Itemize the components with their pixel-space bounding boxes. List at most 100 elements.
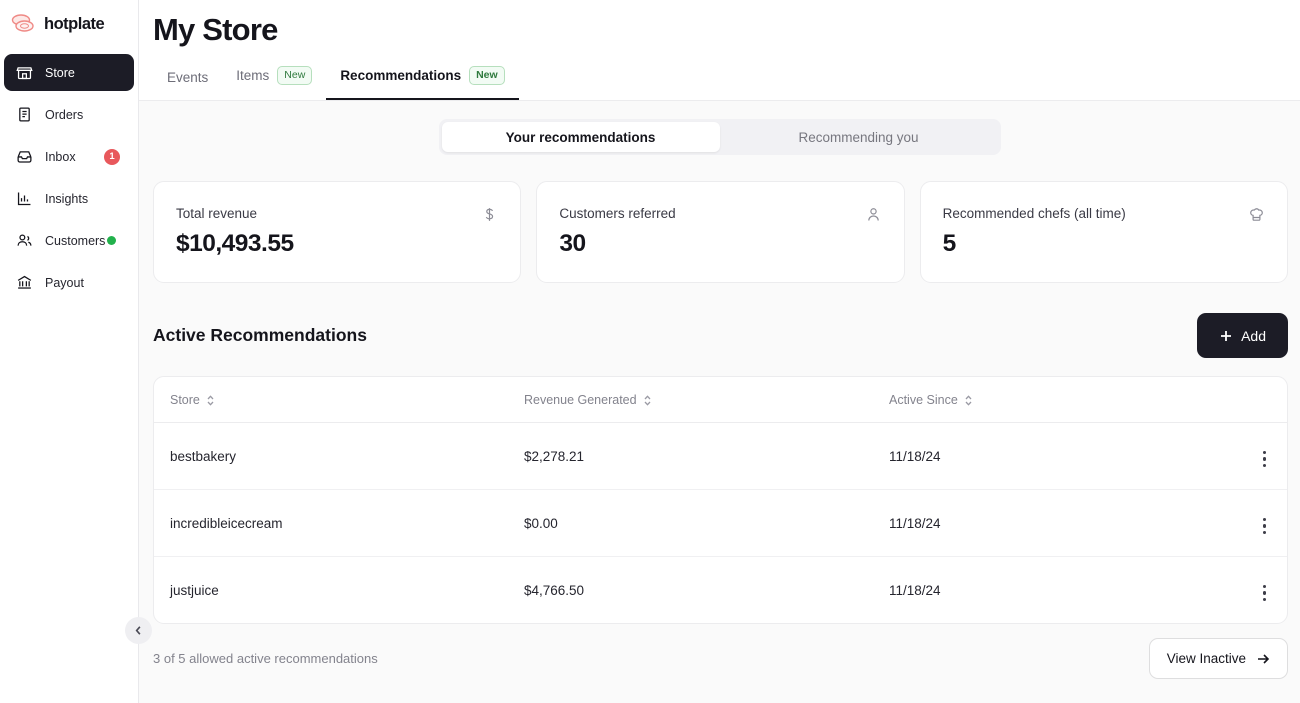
sidebar-collapse-button[interactable]: [125, 617, 152, 644]
column-label: Store: [170, 393, 200, 407]
stat-value: 30: [559, 230, 881, 258]
content-area: Total revenue $10,493.55 Customers refer…: [139, 181, 1300, 693]
cell-active-since: 11/18/24: [889, 423, 1159, 490]
sidebar-item-store[interactable]: Store: [4, 54, 134, 91]
tab-items[interactable]: Items New: [222, 66, 326, 100]
plus-icon: [1219, 329, 1233, 343]
tab-label: Events: [167, 70, 208, 85]
sidebar-item-label: Customers: [45, 234, 105, 248]
tab-events[interactable]: Events: [153, 70, 222, 100]
cell-actions: [1159, 490, 1287, 557]
stacked-plates-logo-icon: [10, 12, 36, 36]
section-title: Active Recommendations: [153, 325, 367, 346]
section-header: Active Recommendations Add: [153, 313, 1288, 358]
recommendations-table: Store Revenue G: [154, 377, 1287, 623]
table-body: bestbakery $2,278.21 11/18/24 incredible…: [154, 423, 1287, 624]
customers-status-dot: [107, 236, 116, 245]
column-label: Active Since: [889, 393, 958, 407]
sidebar-item-label: Insights: [45, 192, 88, 206]
tab-new-badge: New: [277, 66, 312, 85]
brand-logo[interactable]: hotplate: [0, 0, 138, 48]
view-inactive-label: View Inactive: [1167, 651, 1246, 666]
sidebar: hotplate Store: [0, 0, 139, 703]
column-header-revenue-generated[interactable]: Revenue Generated: [524, 377, 889, 423]
cell-actions: [1159, 557, 1287, 624]
page-title: My Store: [153, 0, 1300, 48]
person-icon: [865, 206, 882, 223]
stat-card-recommended-chefs: Recommended chefs (all time) 5: [920, 181, 1288, 283]
users-icon: [16, 232, 33, 249]
sidebar-nav: Store Orders: [0, 54, 138, 301]
tab-label: Items: [236, 68, 269, 83]
cell-store: incredibleicecream: [154, 490, 524, 557]
cell-store: justjuice: [154, 557, 524, 624]
cell-store: bestbakery: [154, 423, 524, 490]
document-icon: [16, 106, 33, 123]
segmented-control: Your recommendations Recommending you: [439, 119, 1001, 155]
segment-label: Your recommendations: [506, 130, 656, 145]
chef-hat-icon: [1248, 206, 1265, 223]
stat-card-customers-referred: Customers referred 30: [536, 181, 904, 283]
stat-cards: Total revenue $10,493.55 Customers refer…: [153, 181, 1288, 283]
stat-label: Total revenue: [176, 206, 257, 221]
stat-value: $10,493.55: [176, 230, 498, 258]
sidebar-item-label: Orders: [45, 108, 83, 122]
stat-value: 5: [943, 230, 1265, 258]
sort-icon: [964, 394, 973, 407]
kebab-menu-icon[interactable]: [1260, 582, 1270, 605]
brand-name: hotplate: [44, 15, 104, 34]
segment-label: Recommending you: [798, 130, 918, 145]
segment-recommending-you[interactable]: Recommending you: [720, 122, 998, 152]
cell-revenue: $4,766.50: [524, 557, 889, 624]
cell-actions: [1159, 423, 1287, 490]
storefront-icon: [16, 64, 33, 81]
inbox-unread-badge: 1: [104, 149, 120, 165]
tab-label: Recommendations: [340, 68, 461, 83]
table-row[interactable]: bestbakery $2,278.21 11/18/24: [154, 423, 1287, 490]
table-row[interactable]: justjuice $4,766.50 11/18/24: [154, 557, 1287, 624]
segment-your-recommendations[interactable]: Your recommendations: [442, 122, 720, 152]
chevron-left-icon: [133, 625, 144, 636]
add-button-label: Add: [1241, 328, 1266, 344]
sidebar-item-label: Store: [45, 66, 75, 80]
tab-bar: Events Items New Recommendations New: [153, 66, 1300, 100]
cell-active-since: 11/18/24: [889, 557, 1159, 624]
cell-revenue: $0.00: [524, 490, 889, 557]
sidebar-item-label: Inbox: [45, 150, 76, 164]
stat-card-total-revenue: Total revenue $10,493.55: [153, 181, 521, 283]
table-footer: 3 of 5 allowed active recommendations Vi…: [153, 638, 1288, 693]
dollar-sign-icon: [481, 206, 498, 223]
stat-label: Customers referred: [559, 206, 675, 221]
sidebar-item-inbox[interactable]: Inbox 1: [4, 138, 134, 175]
stat-label: Recommended chefs (all time): [943, 206, 1126, 221]
view-inactive-button[interactable]: View Inactive: [1149, 638, 1288, 679]
sidebar-item-insights[interactable]: Insights: [4, 180, 134, 217]
add-recommendation-button[interactable]: Add: [1197, 313, 1288, 358]
sidebar-item-label: Payout: [45, 276, 84, 290]
table-head: Store Revenue G: [154, 377, 1287, 423]
sidebar-item-orders[interactable]: Orders: [4, 96, 134, 133]
column-header-active-since[interactable]: Active Since: [889, 377, 1159, 423]
bank-icon: [16, 274, 33, 291]
sidebar-item-payout[interactable]: Payout: [4, 264, 134, 301]
kebab-menu-icon[interactable]: [1260, 448, 1270, 471]
tab-new-badge: New: [469, 66, 505, 85]
bar-chart-icon: [16, 190, 33, 207]
sort-icon: [206, 394, 215, 407]
recommendations-table-card: Store Revenue G: [153, 376, 1288, 624]
column-header-store[interactable]: Store: [154, 377, 524, 423]
tab-recommendations[interactable]: Recommendations New: [326, 66, 518, 100]
arrow-right-icon: [1256, 652, 1270, 666]
segmented-control-wrap: Your recommendations Recommending you: [139, 101, 1300, 155]
table-row[interactable]: incredibleicecream $0.00 11/18/24: [154, 490, 1287, 557]
column-header-actions: [1159, 377, 1287, 423]
kebab-menu-icon[interactable]: [1260, 515, 1270, 538]
allowance-note: 3 of 5 allowed active recommendations: [153, 651, 378, 666]
sort-icon: [643, 394, 652, 407]
table-header-row: Store Revenue G: [154, 377, 1287, 423]
top-bar: My Store Events Items New Recommendation…: [139, 0, 1300, 101]
sidebar-item-customers[interactable]: Customers: [4, 222, 134, 259]
column-label: Revenue Generated: [524, 393, 637, 407]
app-root: hotplate Store: [0, 0, 1300, 703]
cell-revenue: $2,278.21: [524, 423, 889, 490]
